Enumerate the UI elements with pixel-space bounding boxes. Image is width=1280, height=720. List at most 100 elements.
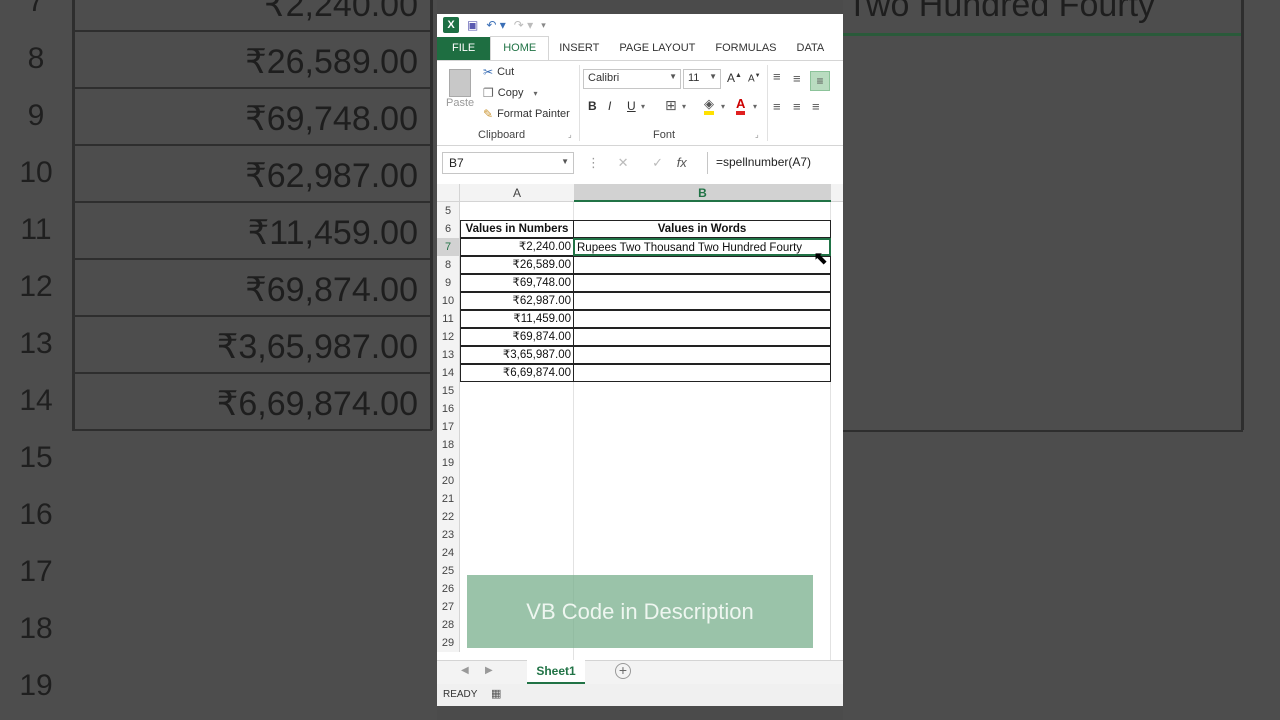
- align-center-icon[interactable]: ≡: [793, 99, 801, 114]
- cell-b[interactable]: [573, 274, 831, 292]
- format-painter-button[interactable]: ✎ Format Painter: [483, 107, 570, 121]
- cell-a[interactable]: ₹69,874.00: [460, 328, 574, 346]
- row-header[interactable]: 17: [437, 418, 460, 436]
- cell-b[interactable]: [573, 292, 831, 310]
- cell-a[interactable]: ₹62,987.00: [460, 292, 574, 310]
- align-top-icon[interactable]: ≡: [773, 69, 781, 84]
- borders-icon[interactable]: ⊞: [665, 97, 677, 114]
- save-icon[interactable]: ▣: [467, 18, 478, 32]
- align-middle-icon[interactable]: ≡: [793, 71, 801, 86]
- row-header[interactable]: 13: [437, 346, 460, 364]
- cell-a[interactable]: ₹2,240.00: [460, 238, 574, 256]
- customize-qat-icon[interactable]: ▾: [541, 20, 546, 31]
- grow-font-icon[interactable]: A▲: [727, 71, 742, 85]
- column-header-a[interactable]: A: [460, 184, 574, 202]
- cell-a[interactable]: ₹6,69,874.00: [460, 364, 574, 382]
- copy-button[interactable]: ❐ Copy ▾: [483, 86, 537, 100]
- font-color-icon[interactable]: A: [736, 97, 746, 115]
- align-bottom-icon[interactable]: ≡: [810, 71, 830, 91]
- cell-a[interactable]: ₹3,65,987.00: [460, 346, 574, 364]
- tab-data[interactable]: DATA: [787, 42, 835, 60]
- insert-function-icon[interactable]: fx: [677, 155, 687, 170]
- bg-row-number: 9: [27, 99, 45, 132]
- cell-a[interactable]: ₹69,748.00: [460, 274, 574, 292]
- cancel-icon[interactable]: ✕: [618, 155, 629, 170]
- tab-home[interactable]: HOME: [490, 36, 550, 60]
- name-box[interactable]: B7 ▼: [442, 152, 574, 174]
- redo-icon[interactable]: ↷ ▾: [514, 18, 533, 32]
- dialog-launcher-icon[interactable]: ⌟: [755, 130, 759, 139]
- paste-icon[interactable]: [449, 69, 471, 97]
- row-header[interactable]: 27: [437, 598, 460, 616]
- macro-recording-icon[interactable]: ▦: [491, 687, 501, 700]
- row-header[interactable]: 12: [437, 328, 460, 346]
- chevron-down-icon[interactable]: ▾: [682, 102, 686, 111]
- row-header[interactable]: 15: [437, 382, 460, 400]
- row-header[interactable]: 16: [437, 400, 460, 418]
- font-size-dropdown[interactable]: 11 ▼: [683, 69, 721, 89]
- row-header[interactable]: 23: [437, 526, 460, 544]
- cell-header-b[interactable]: Values in Words: [573, 220, 831, 238]
- dialog-launcher-icon[interactable]: ⌟: [568, 130, 572, 139]
- row-header[interactable]: 28: [437, 616, 460, 634]
- bold-button[interactable]: B: [588, 99, 597, 113]
- formula-input[interactable]: =spellnumber(A7): [707, 152, 843, 174]
- tab-file[interactable]: FILE: [437, 37, 491, 60]
- paste-button[interactable]: Paste: [446, 97, 474, 109]
- cell-b[interactable]: [573, 346, 831, 364]
- format-painter-label: Format Painter: [497, 108, 570, 120]
- align-left-icon[interactable]: ≡: [773, 99, 781, 114]
- row-header[interactable]: 10: [437, 292, 460, 310]
- bg-row-number: 19: [19, 669, 53, 702]
- row-header[interactable]: 8: [437, 256, 460, 274]
- underline-button[interactable]: U: [627, 99, 636, 113]
- chevron-down-icon[interactable]: ▾: [641, 102, 645, 111]
- undo-icon[interactable]: ↶ ▾: [486, 18, 505, 32]
- fill-color-icon[interactable]: ◈: [704, 97, 714, 115]
- add-sheet-icon[interactable]: +: [615, 663, 631, 679]
- row-header[interactable]: 19: [437, 454, 460, 472]
- cell-a[interactable]: ₹26,589.00: [460, 256, 574, 274]
- row-header[interactable]: 25: [437, 562, 460, 580]
- scroll-left-icon[interactable]: ◀: [461, 665, 469, 676]
- font-size-value: 11: [688, 72, 700, 84]
- cell-a[interactable]: ₹11,459.00: [460, 310, 574, 328]
- scroll-right-icon[interactable]: ▶: [485, 665, 493, 676]
- cell-b[interactable]: [573, 328, 831, 346]
- row-header[interactable]: 14: [437, 364, 460, 382]
- cell-b[interactable]: [573, 310, 831, 328]
- cell-b-active[interactable]: Rupees Two Thousand Two Hundred Fourty: [573, 238, 831, 256]
- tab-formulas[interactable]: FORMULAS: [705, 42, 786, 60]
- shrink-font-icon[interactable]: A▼: [748, 73, 761, 84]
- chevron-down-icon[interactable]: ▾: [753, 102, 757, 111]
- column-header-c[interactable]: [831, 184, 843, 202]
- row-header[interactable]: 6: [437, 220, 460, 238]
- cell-header-a[interactable]: Values in Numbers: [460, 220, 574, 238]
- sheet-tab-sheet1[interactable]: Sheet1: [527, 660, 585, 684]
- column-header-b[interactable]: B: [574, 184, 831, 202]
- chevron-down-icon[interactable]: ▾: [721, 102, 725, 111]
- row-header[interactable]: 26: [437, 580, 460, 598]
- italic-button[interactable]: I: [608, 99, 611, 113]
- enter-icon[interactable]: ✓: [652, 155, 663, 170]
- align-right-icon[interactable]: ≡: [812, 99, 820, 114]
- chevron-down-icon: ▼: [709, 72, 717, 81]
- row-header[interactable]: 22: [437, 508, 460, 526]
- row-header[interactable]: 29: [437, 634, 460, 652]
- cell-b[interactable]: [573, 256, 831, 274]
- row-header[interactable]: 5: [437, 202, 460, 220]
- font-name-dropdown[interactable]: Calibri ▼: [583, 69, 681, 89]
- tab-page-layout[interactable]: PAGE LAYOUT: [609, 42, 705, 60]
- cut-button[interactable]: ✂ Cut: [483, 65, 514, 79]
- cell-b[interactable]: [573, 364, 831, 382]
- row-header[interactable]: 11: [437, 310, 460, 328]
- status-text: READY: [443, 689, 478, 700]
- row-header[interactable]: 20: [437, 472, 460, 490]
- tab-insert[interactable]: INSERT: [549, 42, 609, 60]
- select-all-corner[interactable]: [437, 184, 460, 202]
- row-header[interactable]: 21: [437, 490, 460, 508]
- row-header[interactable]: 24: [437, 544, 460, 562]
- row-header[interactable]: 7: [437, 238, 460, 256]
- row-header[interactable]: 9: [437, 274, 460, 292]
- row-header[interactable]: 18: [437, 436, 460, 454]
